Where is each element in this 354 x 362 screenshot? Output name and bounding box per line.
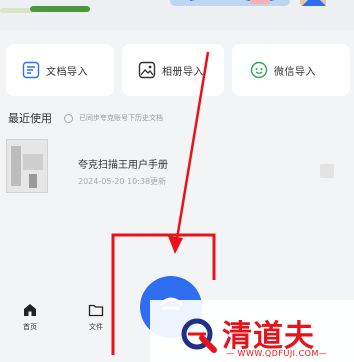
tab-files[interactable]: 文件 — [88, 302, 104, 332]
top-banner[interactable] — [0, 0, 354, 30]
wechat-import-button[interactable]: 微信导入 — [232, 44, 350, 96]
doc-import-label: 文档导入 — [46, 66, 88, 78]
tab-home[interactable]: 首页 — [22, 302, 38, 332]
album-import-label: 相册导入 — [162, 66, 204, 78]
brand-logo-icon — [181, 318, 217, 353]
folder-icon — [88, 304, 104, 317]
file-more-icon[interactable] — [320, 164, 334, 178]
banner-illustration — [170, 0, 326, 6]
album-import-button[interactable]: 相册导入 — [122, 44, 224, 96]
tab-files-label: 文件 — [89, 323, 103, 331]
image-icon — [138, 61, 156, 79]
wechat-icon — [250, 61, 268, 79]
file-updated-time: 2024-05-20 10:38更新 — [78, 177, 167, 186]
file-name: 夸克扫描王用户手册 — [78, 160, 168, 171]
recent-header: 最近使用 已同步夸克账号下历史文档 — [8, 110, 163, 126]
recent-title: 最近使用 — [8, 112, 52, 125]
file-thumbnail — [6, 139, 48, 193]
doc-import-button[interactable]: 文档导入 — [6, 44, 114, 96]
tab-home-label: 首页 — [23, 323, 37, 331]
document-icon — [22, 61, 40, 79]
sync-note: 已同步夸克账号下历史文档 — [79, 114, 163, 122]
recent-file-item[interactable]: 夸克扫描王用户手册 2024-05-20 10:38更新 — [0, 132, 354, 196]
home-icon — [24, 304, 36, 316]
sync-radio-icon[interactable] — [64, 113, 73, 123]
wechat-import-label: 微信导入 — [274, 66, 316, 78]
import-options: 文档导入 相册导入 微信导入 — [0, 44, 354, 98]
banner-decoration — [30, 6, 90, 12]
banner-decoration — [0, 8, 34, 13]
watermark-url: — WWW.QDFUJI.COM— — [226, 349, 328, 358]
